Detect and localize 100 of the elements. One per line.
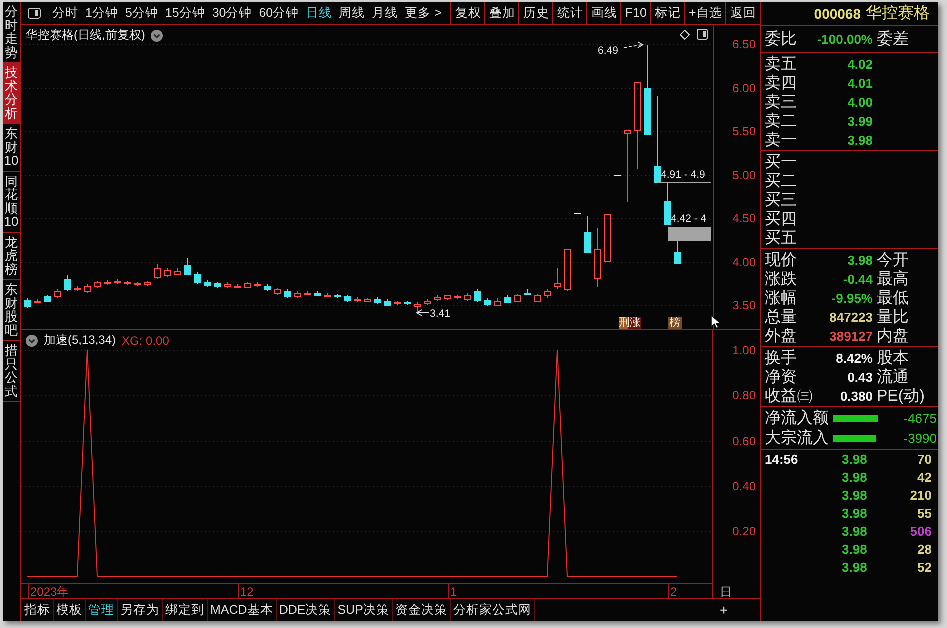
period-tab[interactable]: 1分钟 xyxy=(82,2,122,24)
period-tab[interactable]: 30分钟 xyxy=(208,2,256,24)
indicator-axis-label: 0.40 xyxy=(732,480,756,494)
toolbar-button[interactable]: +自选 xyxy=(684,2,726,24)
quote-label: 最低 xyxy=(876,289,910,308)
indicator-axis-label: 0.20 xyxy=(732,524,756,538)
tick-volume: 70 xyxy=(916,452,932,466)
period-tab[interactable]: 月线 xyxy=(368,2,402,24)
chart-badge: 榜 xyxy=(668,317,682,330)
bid-label: 买五 xyxy=(765,229,798,249)
side-tab[interactable]: 技术分析 xyxy=(3,63,20,124)
period-tab[interactable]: 日线 xyxy=(302,2,336,24)
formula-tab[interactable]: 另存为 xyxy=(118,599,163,621)
diamond-icon[interactable] xyxy=(680,30,690,40)
ask-label: 卖二 xyxy=(765,112,798,132)
toolbar-button[interactable]: F10 xyxy=(620,2,650,24)
quote-label: 今开 xyxy=(876,251,910,270)
tick-volume: 210 xyxy=(909,488,932,502)
quote-value: 8.42% xyxy=(835,351,873,366)
tick-volume: 52 xyxy=(916,560,932,574)
quote-value: 0.43 xyxy=(846,370,873,385)
quote-label: 内盘 xyxy=(876,326,910,347)
bid-label: 买三 xyxy=(765,191,798,211)
panel-toggle-icon[interactable] xyxy=(28,8,41,18)
side-tab[interactable]: 东财10 xyxy=(3,124,20,172)
formula-tab[interactable]: DDE决策 xyxy=(276,599,336,621)
tick-price: 3.98 xyxy=(842,470,868,484)
stock-code: 000068 xyxy=(814,6,861,22)
period-tab[interactable]: 15分钟 xyxy=(162,2,209,24)
tick-price: 3.98 xyxy=(842,488,868,502)
quote-label: 总量 xyxy=(765,308,798,328)
quote-label: 换手 xyxy=(765,348,798,369)
ask-label: 卖四 xyxy=(765,74,798,94)
quote-label: 股本 xyxy=(876,348,910,368)
ask-price: 4.01 xyxy=(846,76,873,91)
formula-tab[interactable]: 绑定到 xyxy=(163,599,208,621)
add-tab-button[interactable]: + xyxy=(716,599,732,621)
quote-label: 外盘 xyxy=(765,327,798,347)
quote-label: 净资 xyxy=(765,368,798,388)
tick-price: 3.98 xyxy=(842,542,868,556)
quote-label: PE(动) xyxy=(876,387,926,407)
price-annotation: 4.91 - 4.9 xyxy=(661,169,706,181)
ask-price: 4.00 xyxy=(846,95,873,110)
period-tab[interactable]: 周线 xyxy=(336,2,369,24)
toolbar-button[interactable]: 历史 xyxy=(518,2,552,24)
ask-label: 卖一 xyxy=(765,130,798,151)
toolbar-button[interactable]: 复权 xyxy=(450,2,484,24)
bid-label: 买一 xyxy=(765,153,798,173)
toolbar-button[interactable]: 返回 xyxy=(725,2,760,24)
dropdown-icon[interactable] xyxy=(151,30,164,42)
quote-label: 委比 xyxy=(765,30,798,50)
flow-value: -4675 xyxy=(904,411,938,426)
indicator-axis-label: 1.00 xyxy=(732,344,756,358)
leader-arrow xyxy=(624,42,644,48)
period-tab[interactable]: 更多 > xyxy=(402,2,446,24)
leader-arrow xyxy=(416,310,430,316)
formula-tab[interactable]: 指标 xyxy=(22,599,54,621)
quote-label: 最高 xyxy=(876,270,910,290)
formula-tab[interactable]: 模板 xyxy=(54,599,86,621)
quote-value: 3.98 xyxy=(846,253,873,268)
dropdown-icon[interactable] xyxy=(26,334,38,346)
price-annotation: 4.42 - 4 xyxy=(671,213,707,225)
mouse-pointer-icon xyxy=(711,315,722,329)
chart-title: 华控赛格(日线,前复权) xyxy=(26,27,146,44)
price-axis-label: 4.00 xyxy=(732,256,756,270)
bid-label: 买四 xyxy=(765,210,798,230)
side-tab[interactable]: 龙虎榜 xyxy=(3,232,20,280)
indicator-axis-label: 0.60 xyxy=(732,434,756,448)
side-tab[interactable]: 措只公式 xyxy=(3,341,20,402)
tick-price: 3.98 xyxy=(842,506,868,520)
flow-label: 净流入额 xyxy=(765,408,830,429)
quote-value: -0.44 xyxy=(842,272,873,287)
price-axis-label: 6.00 xyxy=(732,82,756,96)
tick-volume: 506 xyxy=(909,524,932,538)
formula-tab[interactable]: MACD基本 xyxy=(208,599,277,621)
toolbar-button[interactable]: 画线 xyxy=(586,2,620,24)
side-tab[interactable]: 分时走势 xyxy=(3,2,20,63)
price-axis-label: 4.50 xyxy=(732,212,756,226)
ask-price: 4.02 xyxy=(846,57,873,72)
tick-volume: 42 xyxy=(916,470,932,484)
period-tab[interactable]: 60分钟 xyxy=(256,2,303,24)
period-tab[interactable]: 5分钟 xyxy=(122,2,162,24)
panel-toggle-icon[interactable] xyxy=(697,29,708,40)
quote-label: 委差 xyxy=(876,30,910,50)
date-axis-label: 2023年 xyxy=(30,585,70,598)
formula-tab[interactable]: 管理 xyxy=(86,599,118,621)
quote-value: 389127 xyxy=(828,329,873,344)
quote-value: -9.95% xyxy=(830,291,873,306)
formula-tab[interactable]: 分析家公式网 xyxy=(450,599,535,621)
side-tab[interactable]: 同花顺10 xyxy=(3,172,20,232)
chart-badge: 刑涨 xyxy=(619,317,641,330)
toolbar-button[interactable]: 标记 xyxy=(650,2,684,24)
toolbar-button[interactable]: 统计 xyxy=(552,2,586,24)
tick-price: 3.98 xyxy=(842,560,868,574)
formula-tab[interactable]: SUP决策 xyxy=(335,599,393,621)
toolbar-button[interactable]: 叠加 xyxy=(484,2,518,24)
period-tab[interactable]: 分时 xyxy=(49,2,82,24)
side-tab[interactable]: 东财股吧 xyxy=(3,280,20,341)
formula-tab[interactable]: 资金决策 xyxy=(392,599,451,621)
dash-mark xyxy=(574,213,582,214)
